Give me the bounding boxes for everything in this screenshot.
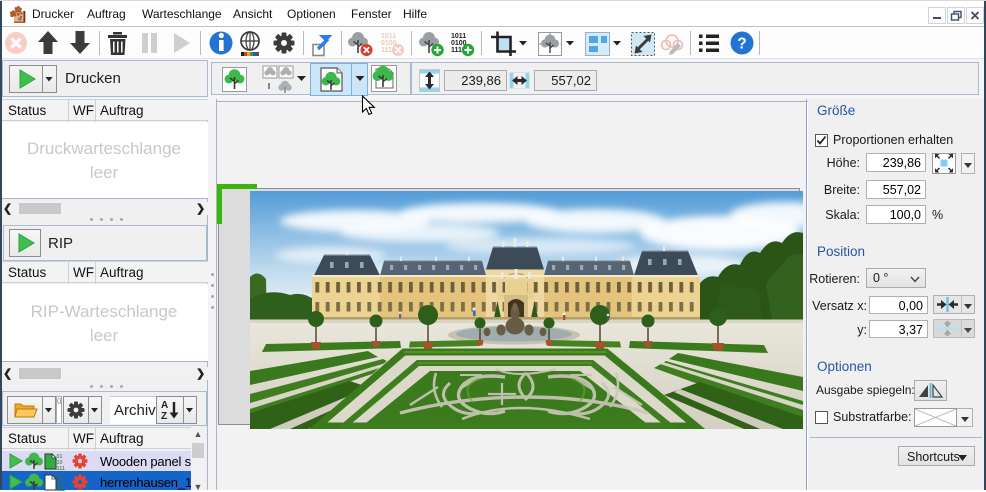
svg-text:111: 111 <box>57 466 65 472</box>
svg-text:Z: Z <box>161 411 167 422</box>
svg-text:111: 111 <box>451 47 462 54</box>
svg-text:1011: 1011 <box>451 33 466 40</box>
svg-text:A: A <box>161 400 168 411</box>
svg-text:1011: 1011 <box>381 33 396 40</box>
svg-text:?: ? <box>737 36 746 53</box>
svg-text:111: 111 <box>381 47 392 54</box>
